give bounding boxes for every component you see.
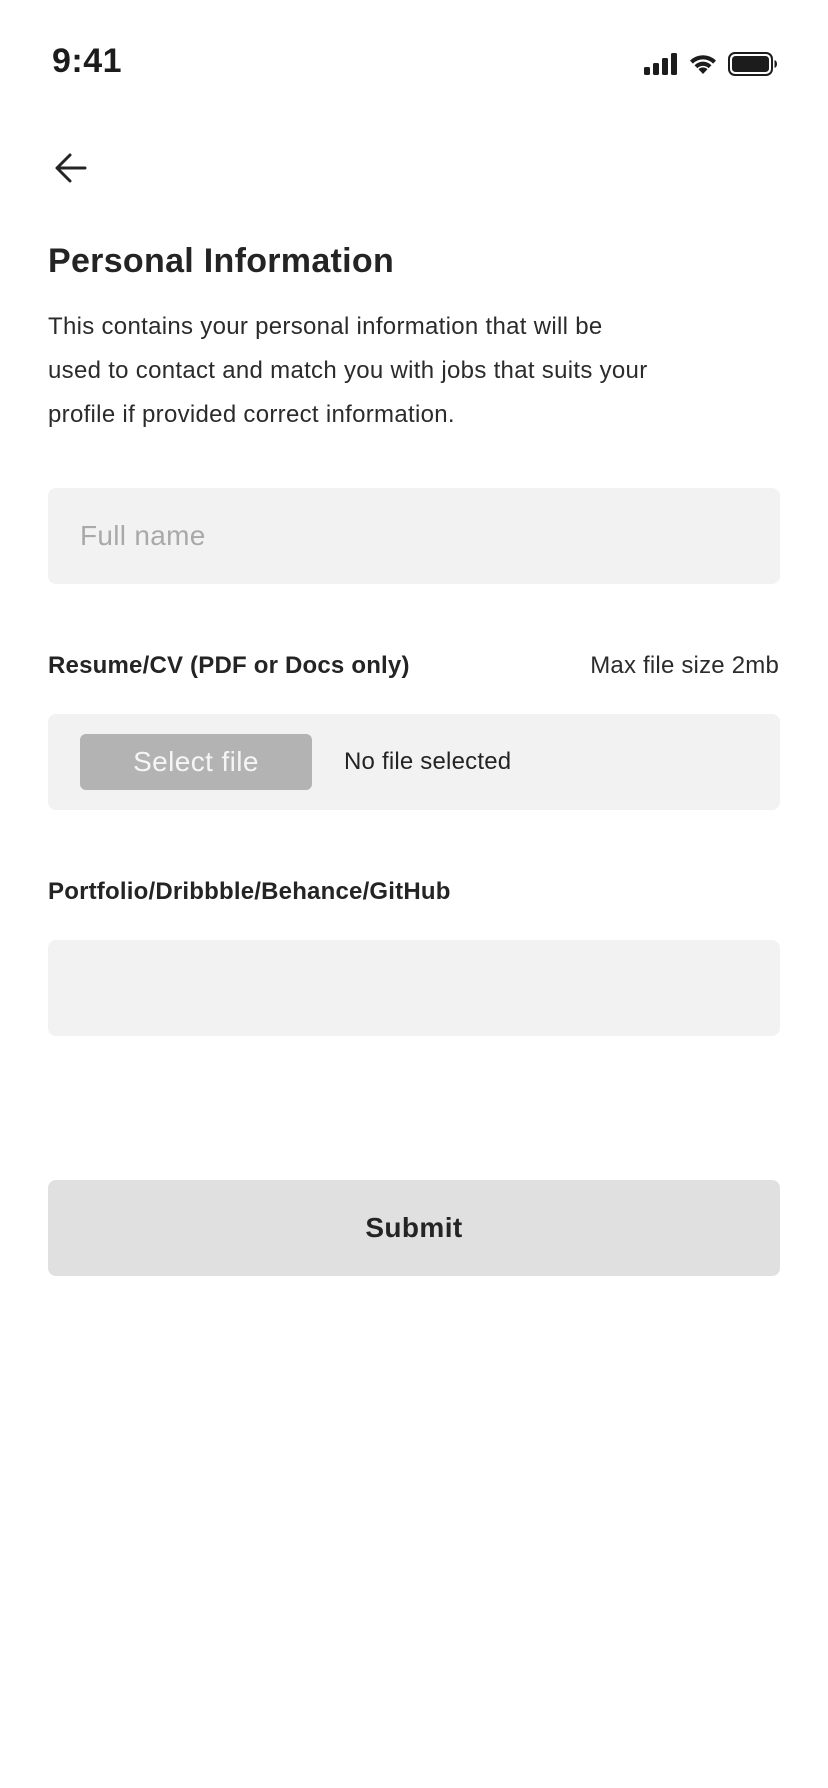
resume-label: Resume/CV (PDF or Docs only) (48, 652, 410, 679)
submit-button[interactable]: Submit (48, 1180, 780, 1276)
status-icons (644, 50, 778, 78)
file-status: No file selected (344, 748, 512, 775)
page-title: Personal Information (48, 242, 395, 280)
back-button[interactable] (48, 148, 96, 192)
status-time: 9:41 (52, 42, 123, 80)
select-file-button[interactable]: Select file (80, 734, 312, 790)
battery-icon (728, 52, 778, 76)
page-description: This contains your personal information … (48, 313, 648, 428)
arrow-left-icon (52, 148, 92, 193)
portfolio-input[interactable] (48, 940, 780, 1036)
cellular-signal-icon (644, 53, 678, 75)
portfolio-label: Portfolio/Dribbble/Behance/GitHub (48, 878, 451, 905)
wifi-icon (688, 53, 718, 75)
file-size-note: Max file size 2mb (590, 652, 779, 679)
resume-file-picker: Select file No file selected (48, 714, 780, 810)
status-bar: 9:41 (0, 0, 828, 110)
full-name-input[interactable] (48, 488, 780, 584)
